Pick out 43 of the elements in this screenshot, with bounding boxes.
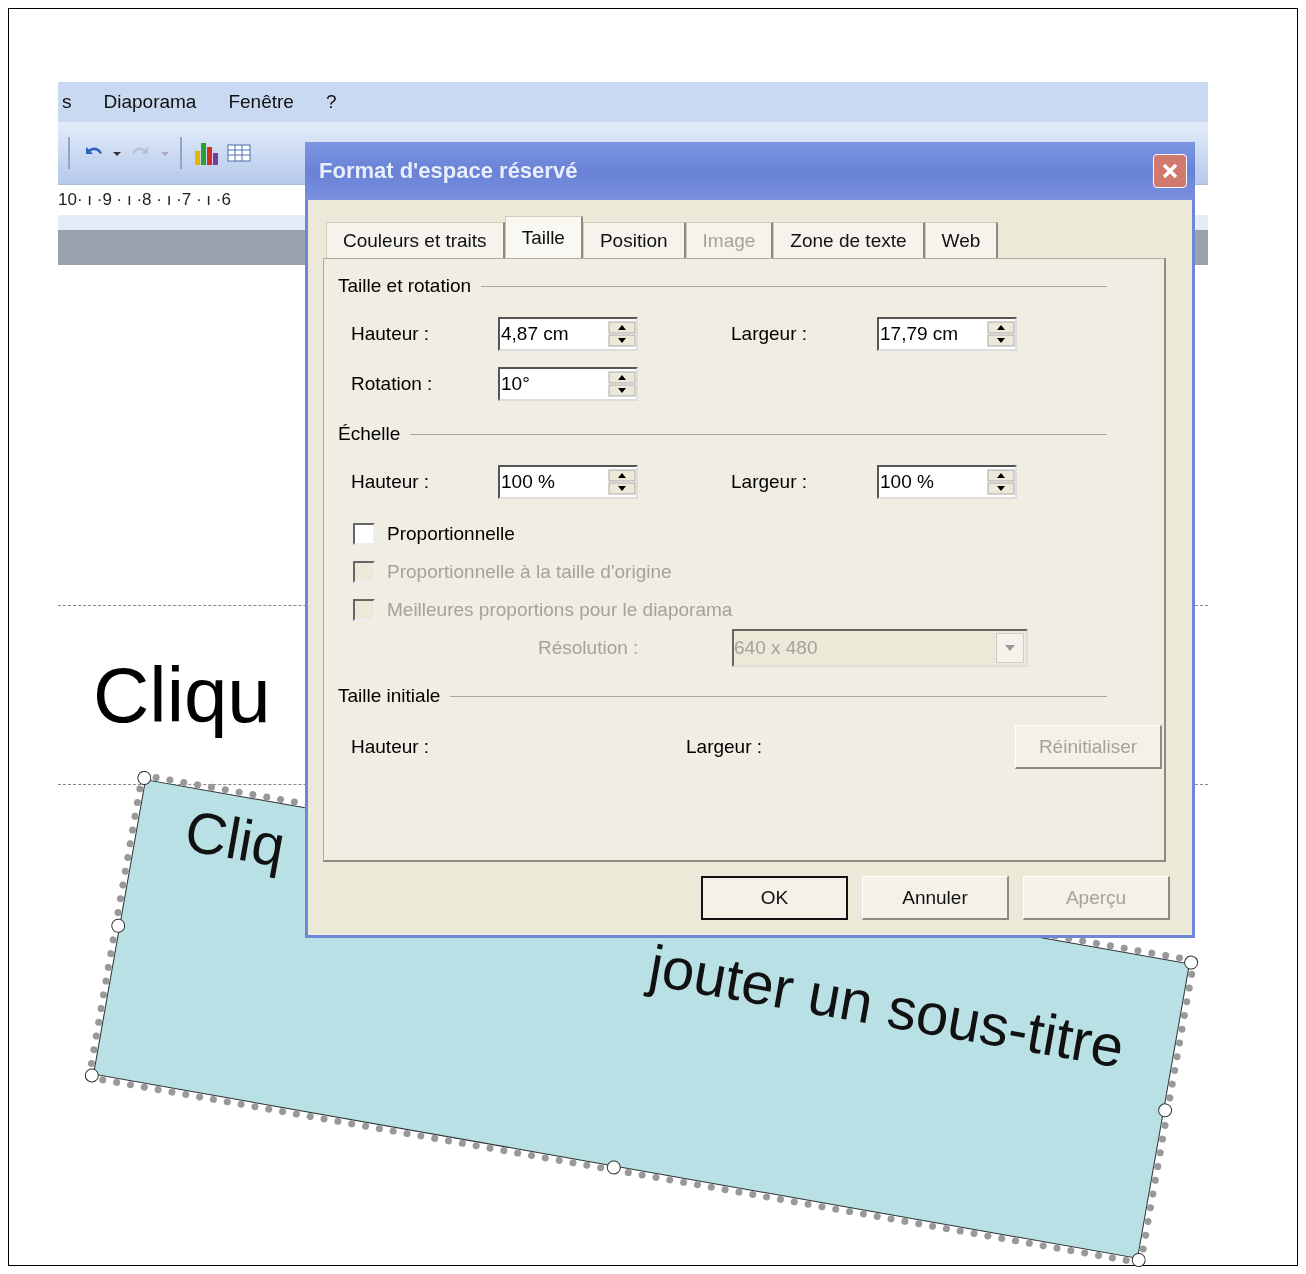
spinner-arrows-icon[interactable] [608, 469, 636, 495]
tab[interactable]: Couleurs et traits [326, 222, 505, 258]
dialog-button[interactable]: OK [701, 876, 848, 920]
field-label: Largeur : [731, 471, 809, 493]
field-label: Hauteur : [351, 736, 431, 758]
tab[interactable]: Zone de texte [773, 222, 925, 258]
ruler: 10· ı ·9 · ı ·8 · ı ·7 · ı ·6 [58, 190, 231, 210]
spin-field[interactable]: 10° [498, 367, 638, 401]
spin-field[interactable]: 100 % [877, 465, 1017, 499]
field-label: Hauteur : [351, 471, 431, 493]
field-label: Résolution : [538, 637, 640, 659]
section-heading: Taille initiale [338, 685, 441, 707]
tab[interactable]: Web [924, 222, 999, 258]
section-heading: Échelle [338, 423, 401, 445]
dialog-title: Format d'espace réservé [319, 158, 578, 184]
checkbox-label: Meilleures proportions pour le diaporama [387, 599, 733, 621]
checkbox-label: Proportionnelle [387, 523, 515, 545]
field-label: Largeur : [731, 323, 809, 345]
spinner-arrows-icon[interactable] [608, 371, 636, 397]
menu-item[interactable]: ? [325, 91, 337, 113]
spin-field[interactable]: 100 % [498, 465, 638, 499]
checkbox[interactable] [353, 523, 375, 545]
field-label: Rotation : [351, 373, 434, 395]
field-label: Largeur : [686, 736, 763, 758]
section-heading: Taille et rotation [338, 275, 472, 297]
spinner-arrows-icon[interactable] [987, 321, 1015, 347]
subtitle-text: jouter un sous-titre [644, 931, 1130, 1081]
tab[interactable]: Taille [504, 216, 583, 258]
close-button[interactable] [1153, 154, 1187, 188]
field-label: Hauteur : [351, 323, 431, 345]
checkbox-label: Proportionnelle à la taille d'origine [387, 561, 672, 583]
spinner-arrows-icon[interactable] [608, 321, 636, 347]
subtitle-text: Cliq [180, 796, 291, 880]
spinner-arrows-icon[interactable] [987, 469, 1015, 495]
spin-field[interactable]: 17,79 cm [877, 317, 1017, 351]
menu-item[interactable]: Diaporama [103, 91, 197, 113]
table-icon[interactable] [226, 141, 252, 165]
menu-item[interactable]: Fenêtre [228, 91, 294, 113]
menu-item[interactable]: s [62, 91, 72, 113]
tab[interactable]: Position [582, 222, 686, 258]
spin-field[interactable]: 4,87 cm [498, 317, 638, 351]
caret-icon [1005, 645, 1015, 651]
dialog-button[interactable]: Annuler [862, 876, 1009, 920]
